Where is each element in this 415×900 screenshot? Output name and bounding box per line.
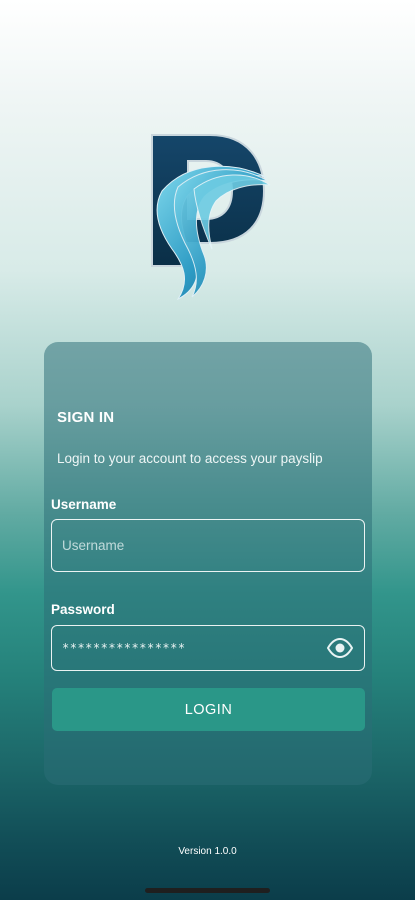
username-label: Username [51,497,117,512]
signin-subtitle: Login to your account to access your pay… [57,451,323,466]
app-logo-icon [151,134,271,301]
username-input[interactable] [62,520,322,571]
home-indicator[interactable] [145,888,270,893]
signin-title: SIGN IN [57,409,115,426]
password-field-box: **************** [51,625,365,671]
username-field-box [51,519,365,572]
version-text: Version 1.0.0 [178,846,237,857]
eye-icon[interactable] [327,638,353,658]
password-label: Password [51,602,115,617]
password-input[interactable]: **************** [62,641,186,655]
login-button[interactable]: LOGIN [52,688,365,731]
